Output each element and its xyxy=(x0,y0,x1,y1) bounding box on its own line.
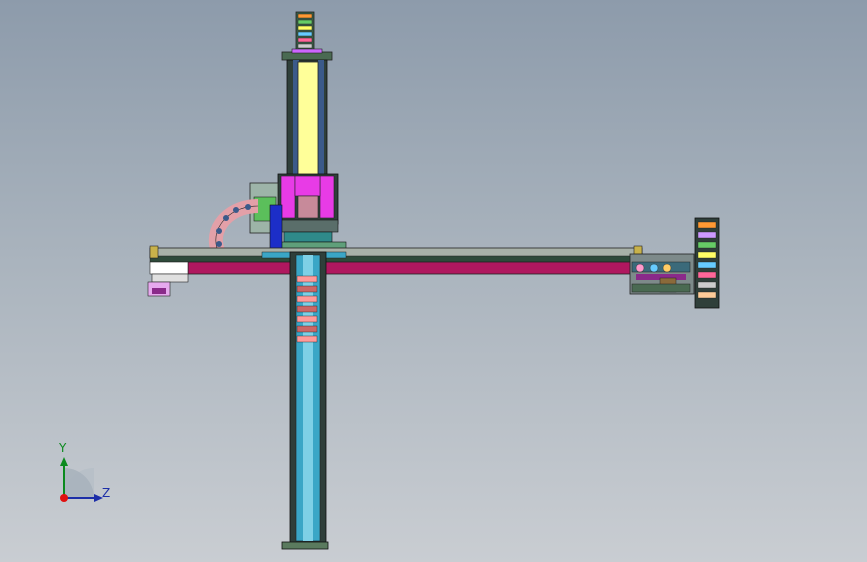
triad-z-label: Z xyxy=(102,486,111,500)
lower-column xyxy=(281,251,329,550)
right-end-module xyxy=(629,217,720,309)
cad-viewport[interactable]: Y Z xyxy=(0,0,867,562)
gantry-robot-model[interactable] xyxy=(0,0,867,562)
carriage-block xyxy=(249,173,347,254)
triad-y-label: Y xyxy=(59,441,67,455)
vertical-column xyxy=(281,11,333,193)
horizontal-beam xyxy=(147,245,643,297)
